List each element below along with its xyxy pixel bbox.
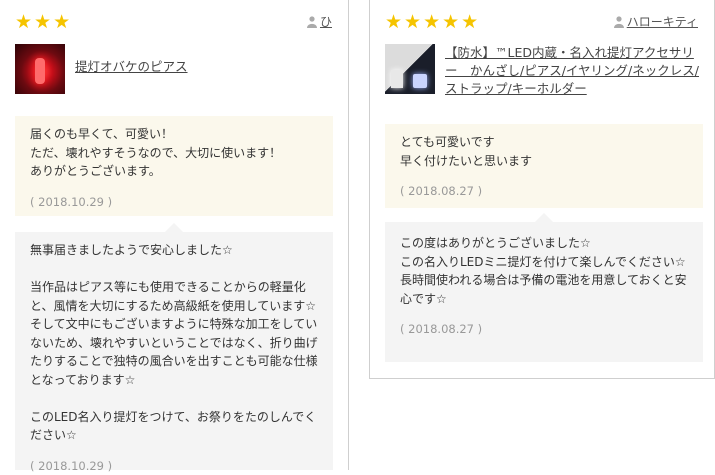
star-rating: ★★★★★: [385, 10, 480, 34]
reply-date: ( 2018.08.27 ): [400, 320, 688, 339]
comment-text: 届くのも早くて、可愛い！ ただ、壊れやすそうなので、大切に使います！ ありがとう…: [30, 125, 318, 181]
reply-text: 無事届きましたようで安心しました☆ 当作品はピアス等にも使用できることからの軽量…: [30, 241, 318, 445]
shop-reply: 無事届きましたようで安心しました☆ 当作品はピアス等にも使用できることからの軽量…: [15, 232, 333, 470]
product-name[interactable]: 【防水】™LED内蔵・名入れ提灯アクセサリー かんざし/ピアス/イヤリング/ネッ…: [445, 44, 705, 98]
product-thumbnail[interactable]: [15, 44, 65, 94]
product-link[interactable]: 【防水】™LED内蔵・名入れ提灯アクセサリー かんざし/ピアス/イヤリング/ネッ…: [385, 44, 705, 98]
comment-date: ( 2018.10.29 ): [30, 193, 318, 212]
product-thumbnail[interactable]: [385, 44, 435, 94]
reviewer-name: ハローキティ: [627, 13, 698, 30]
comment-date: ( 2018.08.27 ): [400, 182, 688, 201]
review-header: ★★★ ひ: [15, 10, 332, 34]
review-comment: とても可愛いです 早く付けたいと思います ( 2018.08.27 ): [385, 124, 703, 208]
review-card: ★★★★★ ハローキティ 【防水】™LED内蔵・名入れ提灯アクセサリー かんざし…: [369, 0, 715, 379]
product-link[interactable]: 提灯オバケのピアス: [15, 44, 188, 94]
reply-tail: [535, 213, 553, 222]
reviewer-link[interactable]: ひ: [307, 13, 332, 30]
star-rating: ★★★: [15, 10, 72, 34]
reply-tail: [165, 223, 183, 232]
shop-reply: この度はありがとうございました☆ この名入りLEDミニ提灯を付けて楽しんでくださ…: [385, 222, 703, 362]
reviewer-name: ひ: [320, 13, 332, 30]
reply-date: ( 2018.10.29 ): [30, 457, 318, 475]
user-icon: [307, 16, 317, 28]
reply-text: この度はありがとうございました☆ この名入りLEDミニ提灯を付けて楽しんでくださ…: [400, 234, 688, 308]
review-comment: 届くのも早くて、可愛い！ ただ、壊れやすそうなので、大切に使います！ ありがとう…: [15, 116, 333, 216]
reviewer-link[interactable]: ハローキティ: [614, 13, 698, 30]
product-name[interactable]: 提灯オバケのピアス: [75, 58, 188, 76]
review-card: ★★★ ひ 提灯オバケのピアス 届くのも早くて、可愛い！ ただ、壊れやすそうなの…: [0, 0, 349, 470]
review-header: ★★★★★ ハローキティ: [385, 10, 698, 34]
comment-text: とても可愛いです 早く付けたいと思います: [400, 133, 688, 170]
user-icon: [614, 16, 624, 28]
